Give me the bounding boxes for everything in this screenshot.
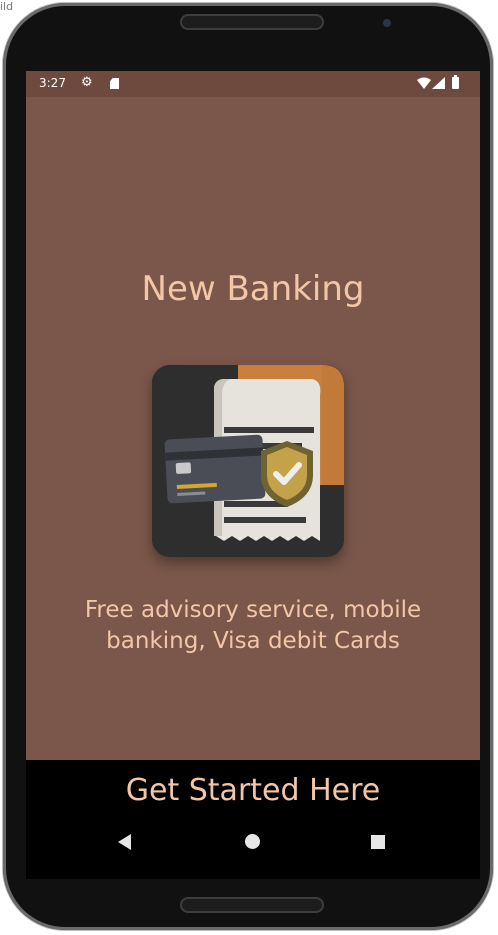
bottom-bar: Get Started Here bbox=[26, 760, 480, 879]
wifi-icon bbox=[417, 77, 431, 89]
sd-card-icon bbox=[110, 78, 119, 89]
recents-icon[interactable] bbox=[371, 835, 385, 849]
window-title-fragment: ild bbox=[0, 0, 14, 13]
onboarding-title: New Banking bbox=[141, 269, 365, 309]
phone-frame: 3:27 ⚙ New Banking Free advisory service… bbox=[3, 3, 493, 930]
back-icon[interactable] bbox=[118, 834, 131, 850]
card-shield-receipt-illustration bbox=[152, 365, 344, 557]
illustration-graphic bbox=[152, 365, 344, 557]
top-speaker bbox=[182, 16, 322, 28]
gear-icon: ⚙ bbox=[81, 75, 93, 90]
bottom-speaker bbox=[182, 899, 322, 911]
front-camera bbox=[383, 19, 391, 27]
home-icon[interactable] bbox=[245, 834, 260, 849]
onboarding-description: Free advisory service, mobile banking, V… bbox=[84, 597, 422, 654]
signal-icon bbox=[432, 77, 445, 89]
battery-icon bbox=[452, 75, 459, 89]
phone-screen: 3:27 ⚙ New Banking Free advisory service… bbox=[26, 71, 480, 879]
get-started-button[interactable]: Get Started Here bbox=[26, 773, 480, 815]
onboarding-screen: New Banking Free advisory service, mobil… bbox=[26, 97, 480, 760]
status-time: 3:27 bbox=[39, 76, 66, 90]
status-bar: 3:27 ⚙ bbox=[26, 71, 480, 97]
